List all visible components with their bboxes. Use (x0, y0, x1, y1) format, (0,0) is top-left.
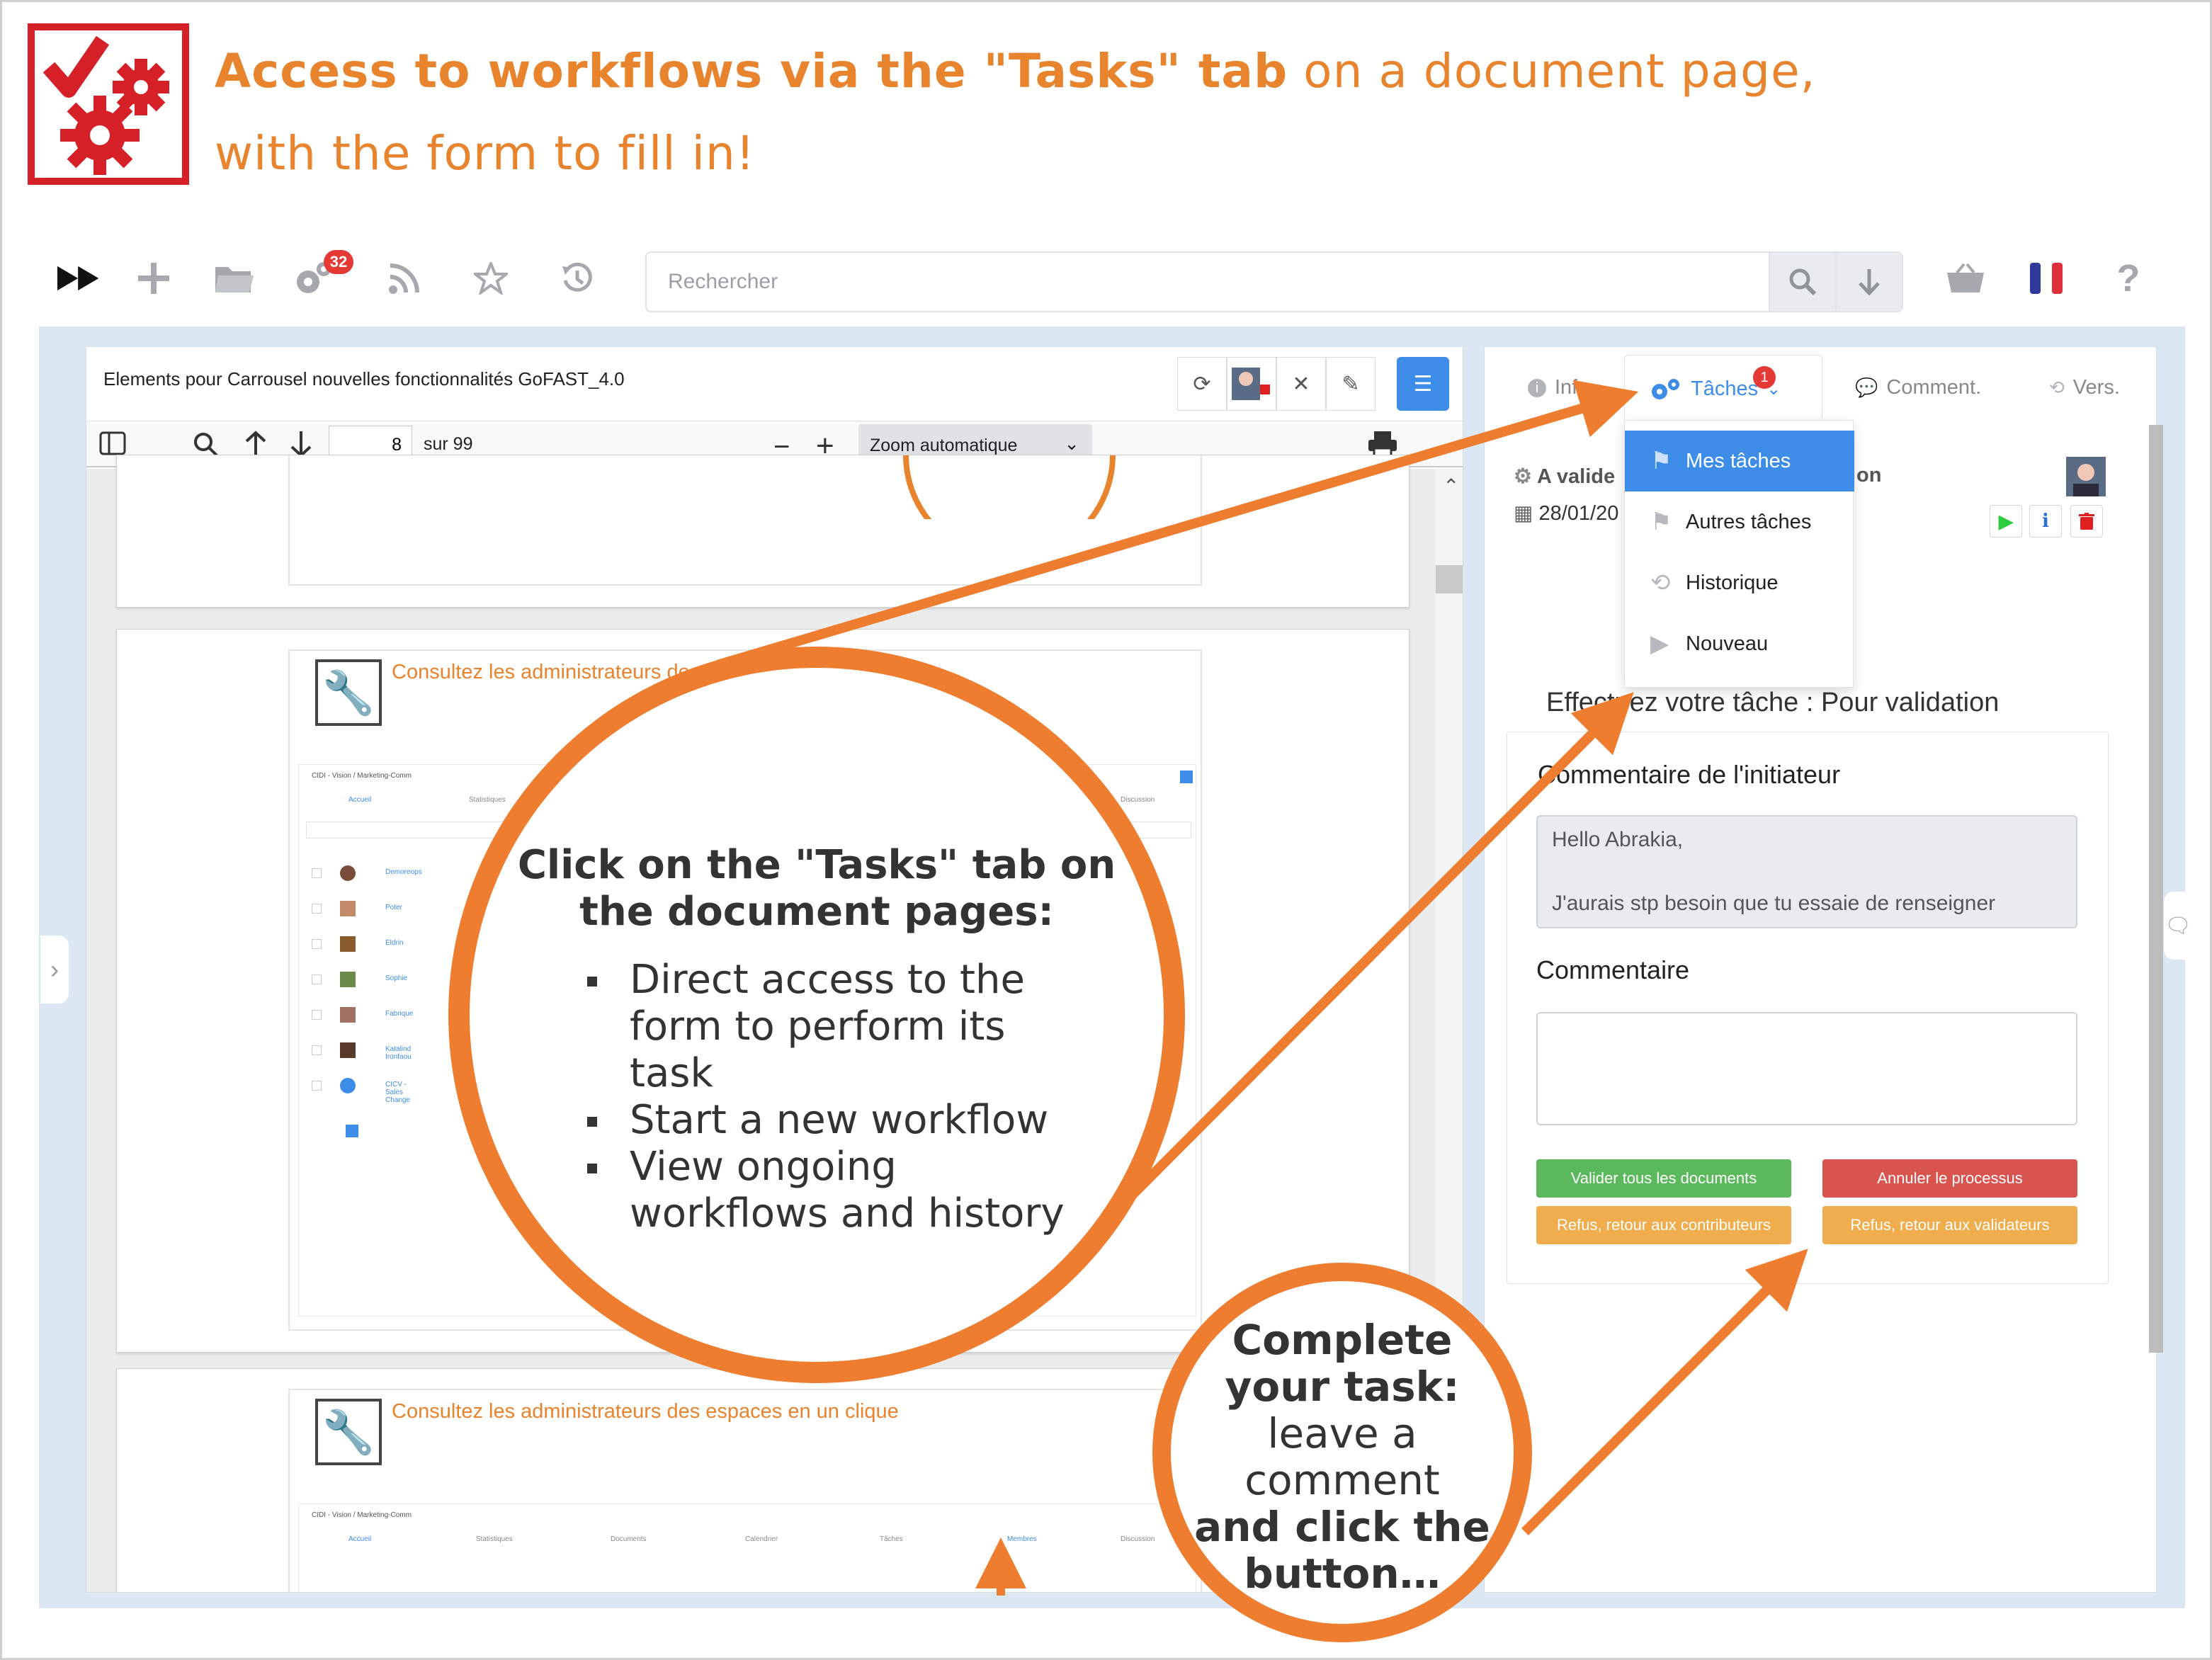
callout-small-line4: comment (1244, 1456, 1440, 1504)
arrow-to-tasks-tab (716, 380, 1639, 670)
callout-small-line3: leave a (1267, 1409, 1417, 1457)
arrow-to-form (1104, 692, 1634, 1224)
callout-heading: Click on the "Tasks" tab on the document… (512, 842, 1121, 936)
slide-root: Access to workflows via the "Tasks" tab … (0, 0, 2212, 1660)
callout-heading-line1: Click on the "Tasks" tab on (517, 842, 1116, 888)
callout-heading-line2: the document pages: (579, 889, 1054, 935)
callout-bullets: Direct access to the form to perform its… (587, 957, 1097, 1237)
annotation-arrows (448, 380, 1808, 1642)
callout-bullet: Direct access to the form to perform its… (587, 957, 1097, 1097)
arrow-to-buttons (1521, 1249, 1808, 1535)
callout-bullet: Start a new workflow (587, 1097, 1097, 1144)
callout-bullet: View ongoing workflows and history (587, 1144, 1097, 1237)
callout-small-line6: button… (1244, 1550, 1441, 1598)
callout-small-line2: your task: (1225, 1363, 1460, 1411)
callout-small-line1: Complete (1232, 1316, 1453, 1364)
callout-small: Complete your task: leave a comment and … (1193, 1317, 1491, 1597)
callout-small-line5: and click the (1194, 1503, 1490, 1551)
